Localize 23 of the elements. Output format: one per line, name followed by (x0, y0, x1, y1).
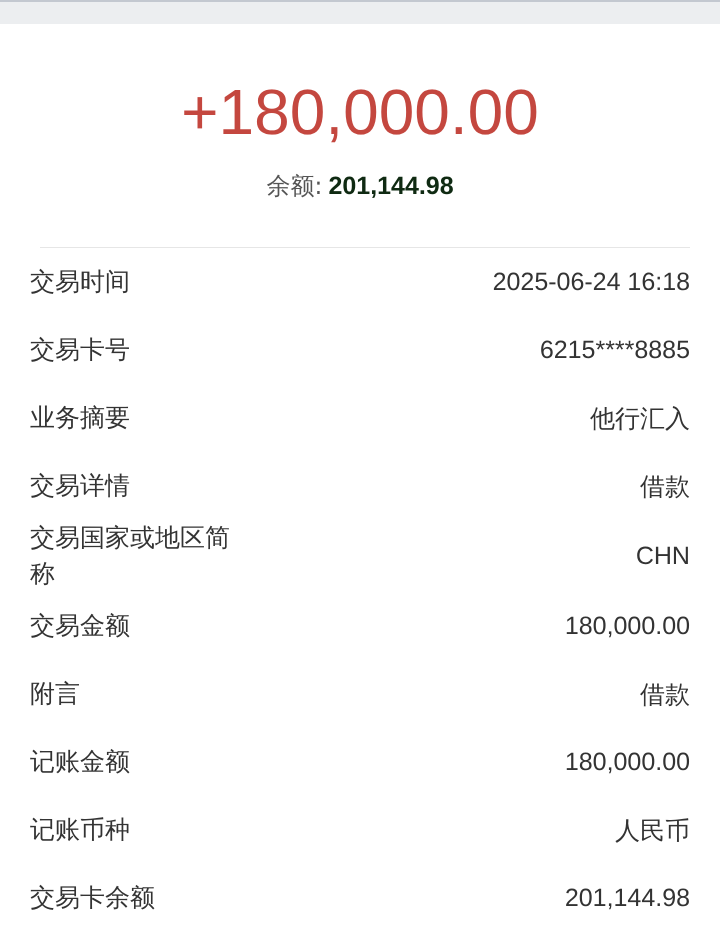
detail-value: 人民币 (615, 816, 690, 846)
detail-value: 180,000.00 (564, 612, 690, 640)
detail-value: 201,144.98 (564, 884, 690, 912)
transaction-amount: +180,000.00 (181, 75, 539, 150)
detail-value: 借款 (640, 680, 690, 710)
detail-label: 附言 (30, 678, 80, 710)
detail-value: 2025-06-24 16:18 (492, 268, 690, 296)
detail-label: 交易时间 (30, 266, 130, 298)
detail-label: 交易金额 (30, 610, 130, 642)
detail-value: 180,000.00 (564, 748, 690, 776)
detail-label: 业务摘要 (30, 402, 130, 434)
detail-value: CHN (636, 542, 690, 570)
detail-label: 记账币种 (30, 814, 130, 846)
detail-label: 交易卡余额 (30, 882, 155, 914)
detail-label: 记账金额 (30, 746, 130, 778)
balance-value: 201,144.98 (328, 172, 454, 201)
balance-label: 余额: (266, 171, 322, 202)
detail-label: 交易详情 (30, 470, 130, 502)
detail-value: 借款 (640, 472, 690, 502)
detail-label: 交易国家或地区简称 (30, 522, 230, 590)
detail-label: 交易卡号 (30, 334, 130, 366)
detail-value: 他行汇入 (590, 404, 690, 434)
detail-value: 6215****8885 (540, 336, 690, 364)
